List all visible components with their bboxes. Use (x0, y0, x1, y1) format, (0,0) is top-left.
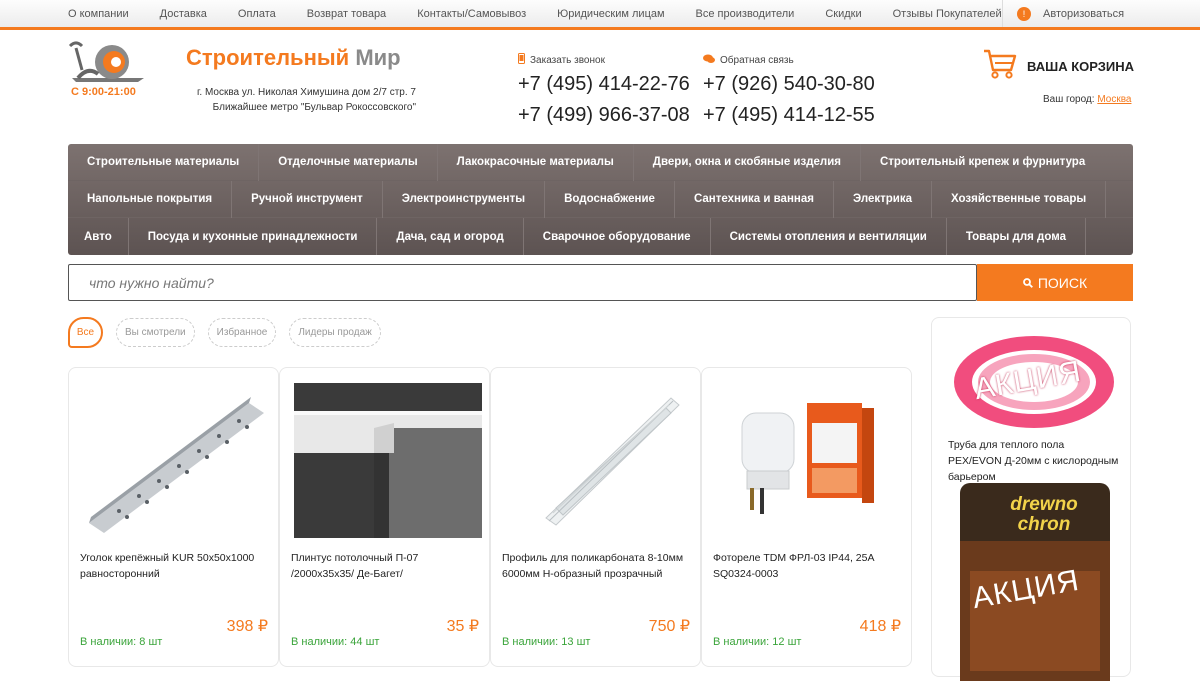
callback-link[interactable]: Заказать звонок (518, 53, 690, 67)
top-nav-link-returns[interactable]: Возврат товара (307, 8, 386, 20)
search-input[interactable]: что нужно найти? (68, 264, 977, 301)
menu-item-power-tools[interactable]: Электроинструменты (383, 180, 546, 218)
top-nav-link-reviews[interactable]: Отзывы Покупателей (893, 8, 1002, 20)
product-stock: В наличии: 12 шт (713, 636, 802, 648)
cart-button[interactable]: ВАША КОРЗИНА (983, 48, 1134, 85)
product-card[interactable]: Профиль для поликарбоната 8-10мм 6000мм … (490, 367, 701, 667)
menu-row: Строительные материалы Отделочные матери… (68, 143, 1133, 181)
promo-brand-text: drewno chron (1010, 494, 1078, 535)
city-label: Ваш город: (1043, 94, 1095, 105)
store-address: г. Москва ул. Николая Химушина дом 2/7 с… (186, 85, 416, 115)
product-name[interactable]: Фотореле TDM ФРЛ-03 IP44, 25А SQ0324-000… (713, 550, 903, 582)
product-card[interactable]: Фотореле TDM ФРЛ-03 IP44, 25А SQ0324-000… (701, 367, 912, 667)
product-stock: В наличии: 8 шт (80, 636, 163, 648)
product-filter-tabs: Все Вы смотрели Избранное Лидеры продаж (68, 317, 394, 348)
phone-number[interactable]: +7 (926) 540-30-80 (703, 69, 875, 100)
category-menu: Строительные материалы Отделочные матери… (68, 143, 1133, 255)
feedback-link[interactable]: Обратная связь (703, 54, 875, 66)
callback-label: Заказать звонок (530, 54, 605, 66)
shopping-cart-icon (983, 48, 1017, 85)
search-icon (1022, 277, 1033, 288)
menu-item-doors-windows[interactable]: Двери, окна и скобяные изделия (634, 143, 861, 181)
top-nav-link-payment[interactable]: Оплата (238, 8, 276, 20)
top-nav-link-about[interactable]: О компании (68, 8, 129, 20)
brand-name[interactable]: Строительный Мир (186, 45, 401, 71)
menu-item-hand-tools[interactable]: Ручной инструмент (232, 180, 383, 218)
menu-item-finishing-materials[interactable]: Отделочные материалы (259, 143, 438, 181)
top-nav-link-brands[interactable]: Все производители (696, 8, 795, 20)
menu-item-kitchenware[interactable]: Посуда и кухонные принадлежности (129, 218, 378, 255)
menu-item-home-goods[interactable]: Товары для дома (947, 218, 1086, 255)
menu-item-heating[interactable]: Системы отопления и вентиляции (711, 218, 947, 255)
promo-banner[interactable]: drewno chron АКЦИЯ (948, 481, 1118, 681)
top-nav-link-contacts[interactable]: Контакты/Самовывоз (417, 8, 526, 20)
menu-item-water-supply[interactable]: Водоснабжение (545, 180, 675, 218)
city-selector: Ваш город: Москва (1043, 94, 1131, 105)
search-button[interactable]: ПОИСК (977, 264, 1133, 301)
product-price: 398 ₽ (226, 618, 268, 635)
filter-tab-bestsellers[interactable]: Лидеры продаж (289, 318, 381, 347)
brand-name-part1: Строительный (186, 45, 350, 70)
metro-line: Ближайшее метро "Бульвар Рокоссовского" (212, 102, 416, 113)
alert-icon: ! (1017, 6, 1031, 21)
snail-logo-icon[interactable] (68, 40, 148, 84)
brand-name-part2: Мир (355, 45, 401, 70)
product-card[interactable]: Плинтус потолочный П-07 /2000х35х35/ Де-… (279, 367, 490, 667)
menu-item-plumbing[interactable]: Сантехника и ванная (675, 180, 834, 218)
product-stock: В наличии: 13 шт (502, 636, 591, 648)
menu-item-welding[interactable]: Сварочное оборудование (524, 218, 711, 255)
menu-item-garden[interactable]: Дача, сад и огород (377, 218, 524, 255)
top-nav-link-discounts[interactable]: Скидки (825, 8, 861, 20)
product-image[interactable] (712, 383, 902, 538)
product-image[interactable] (79, 383, 269, 538)
feedback-block: Обратная связь +7 (926) 540-30-80 +7 (49… (703, 54, 875, 131)
search-button-label: ПОИСК (1037, 274, 1088, 291)
promo-sidebar: АКЦИЯ Труба для теплого пола PEX/EVON Д-… (931, 317, 1131, 681)
menu-item-fasteners[interactable]: Строительный крепеж и фурнитура (861, 144, 1104, 181)
top-bar: О компании Доставка Оплата Возврат товар… (0, 0, 1200, 30)
top-nav: О компании Доставка Оплата Возврат товар… (68, 0, 1033, 27)
filter-tab-viewed[interactable]: Вы смотрели (116, 318, 195, 347)
cart-label: ВАША КОРЗИНА (1027, 59, 1135, 74)
menu-row: Авто Посуда и кухонные принадлежности Да… (68, 218, 1133, 255)
city-link[interactable]: Москва (1097, 94, 1131, 105)
phone-number[interactable]: +7 (499) 966-37-08 (518, 100, 690, 131)
product-name[interactable]: Плинтус потолочный П-07 /2000х35х35/ Де-… (291, 550, 481, 582)
promo-title[interactable]: Труба для теплого пола PEX/EVON Д-20мм с… (948, 437, 1120, 485)
product-image[interactable] (501, 383, 691, 538)
address-line: г. Москва ул. Николая Химушина дом 2/7 с… (196, 87, 416, 98)
working-hours: С 9:00-21:00 (71, 86, 136, 98)
product-price: 35 ₽ (446, 618, 479, 635)
product-name[interactable]: Уголок крепёжный KUR 50х50х1000 равносто… (80, 550, 270, 582)
menu-item-flooring[interactable]: Напольные покрытия (68, 180, 233, 218)
login-link[interactable]: ! Авторизоваться (1002, 0, 1200, 27)
top-nav-link-legal[interactable]: Юридическим лицам (557, 8, 664, 20)
product-card[interactable]: Уголок крепёжный KUR 50х50х1000 равносто… (68, 367, 279, 667)
product-name[interactable]: Профиль для поликарбоната 8-10мм 6000мм … (502, 550, 692, 582)
feedback-label: Обратная связь (720, 54, 794, 66)
phone-number[interactable]: +7 (495) 414-22-76 (518, 69, 690, 100)
menu-item-paints[interactable]: Лакокрасочные материалы (438, 143, 634, 181)
menu-item-auto[interactable]: Авто (68, 218, 129, 255)
phone-number[interactable]: +7 (495) 414-12-55 (703, 100, 875, 131)
login-label: Авторизоваться (1043, 7, 1125, 20)
product-image[interactable] (294, 383, 482, 538)
menu-item-electrics[interactable]: Электрика (834, 180, 933, 218)
menu-item-household[interactable]: Хозяйственные товары (932, 180, 1107, 218)
promo-banner[interactable]: АКЦИЯ (946, 330, 1118, 432)
product-price: 418 ₽ (859, 618, 901, 635)
mobile-phone-icon (518, 53, 525, 67)
filter-tab-favorites[interactable]: Избранное (207, 318, 277, 347)
chat-bubbles-icon (703, 54, 715, 67)
menu-item-building-materials[interactable]: Строительные материалы (68, 143, 260, 181)
callback-block: Заказать звонок +7 (495) 414-22-76 +7 (4… (518, 53, 690, 131)
product-price: 750 ₽ (648, 618, 690, 635)
top-nav-link-delivery[interactable]: Доставка (160, 8, 207, 20)
filter-tab-all[interactable]: Все (68, 317, 103, 348)
product-stock: В наличии: 44 шт (291, 636, 380, 648)
menu-row: Напольные покрытия Ручной инструмент Эле… (68, 180, 1133, 218)
